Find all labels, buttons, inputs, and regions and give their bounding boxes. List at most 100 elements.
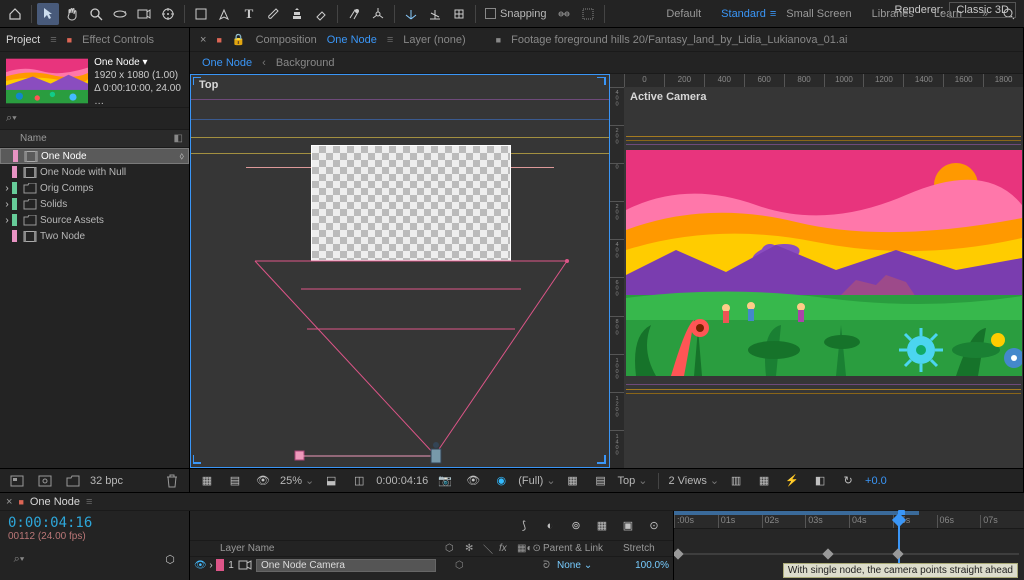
trash-icon[interactable] <box>161 470 183 492</box>
flowchart-icon[interactable]: ⬨ <box>180 151 185 162</box>
snap-options-icon[interactable] <box>553 3 575 25</box>
project-item[interactable]: One Node with Null <box>0 164 189 180</box>
brush-tool-icon[interactable] <box>262 3 284 25</box>
panel-menu-icon[interactable]: ≡ <box>50 34 56 46</box>
view-layout-icon[interactable]: ▥ <box>725 470 747 492</box>
project-item[interactable]: One Node⬨ <box>0 148 189 164</box>
label-color[interactable] <box>12 166 17 178</box>
new-folder-icon[interactable] <box>62 470 84 492</box>
pen-tool-icon[interactable] <box>214 3 236 25</box>
zoom-tool-icon[interactable] <box>85 3 107 25</box>
new-comp-icon[interactable] <box>34 470 56 492</box>
workspace-standard[interactable]: Standard <box>711 4 776 24</box>
label-color[interactable] <box>12 214 17 226</box>
time-ruler[interactable]: :00s01s02s03s04s05s06s07s <box>674 515 1024 529</box>
close-timeline-icon[interactable]: × <box>6 496 12 508</box>
zoom-dropdown[interactable]: 25% ⌄ <box>280 474 314 487</box>
snapshot-icon[interactable]: 📷 <box>434 470 456 492</box>
panel-menu-icon[interactable]: ≡ <box>387 34 393 46</box>
graph-editor-icon[interactable]: ▦ <box>591 515 613 537</box>
project-item[interactable]: ›Solids <box>0 196 189 212</box>
col-stretch[interactable]: Stretch <box>623 543 673 554</box>
twirl-icon[interactable]: › <box>2 183 12 194</box>
roto-brush-tool-icon[interactable] <box>343 3 365 25</box>
resolution-dropdown[interactable]: (Full) ⌄ <box>518 474 555 487</box>
tab-layer[interactable]: Layer (none) <box>403 34 465 46</box>
video-switch-icon[interactable]: 👁 <box>194 560 206 571</box>
project-item[interactable]: ›Source Assets <box>0 212 189 228</box>
column-type-icon[interactable]: ◧ <box>174 133 183 144</box>
draft-3d-icon[interactable]: ▣ <box>617 515 639 537</box>
axis-local-icon[interactable] <box>400 3 422 25</box>
channel-icon[interactable]: ◉ <box>490 470 512 492</box>
tab-composition-name[interactable]: One Node <box>327 34 377 46</box>
eraser-tool-icon[interactable] <box>310 3 332 25</box>
transparency-grid-icon[interactable]: ▤ <box>224 470 246 492</box>
comp-mini-flowchart-icon[interactable]: ⬡ <box>159 548 181 570</box>
crumb-current[interactable]: One Node <box>202 57 252 69</box>
snapping-toggle[interactable]: Snapping <box>481 8 551 20</box>
hand-tool-icon[interactable] <box>61 3 83 25</box>
label-color[interactable] <box>12 182 17 194</box>
roi-icon[interactable]: ◫ <box>348 470 370 492</box>
bpc-toggle[interactable]: 32 bpc <box>90 475 123 487</box>
lock-icon[interactable]: 🔒 <box>232 33 246 46</box>
pickwhip-icon[interactable]: ᘐ <box>543 560 557 571</box>
label-color[interactable] <box>12 198 17 210</box>
timeline-btn-icon[interactable]: ◧ <box>809 470 831 492</box>
workspace-default[interactable]: Default <box>656 4 711 24</box>
grid-icon[interactable]: ▤ <box>590 470 612 492</box>
always-preview-icon[interactable]: ▦ <box>196 470 218 492</box>
project-item[interactable]: Two Node <box>0 228 189 244</box>
parent-dropdown[interactable]: None ⌄ <box>557 560 619 571</box>
col-layer-name[interactable]: Layer Name <box>220 543 274 554</box>
shy-icon[interactable]: ⟆ <box>513 515 535 537</box>
tab-footage[interactable]: Footage foreground hills 20/Fantasy_land… <box>511 34 847 46</box>
mask-toggle-icon[interactable]: 👁 <box>252 470 274 492</box>
guides-icon[interactable]: ▦ <box>562 470 584 492</box>
home-icon[interactable] <box>4 3 26 25</box>
twirl-icon[interactable]: › <box>2 215 12 226</box>
resolution-half-icon[interactable]: ⬓ <box>320 470 342 492</box>
workspace-small-screen[interactable]: Small Screen <box>776 4 861 24</box>
renderer-dropdown[interactable]: Classic 3D <box>949 2 1016 18</box>
pixel-aspect-icon[interactable]: ▦ <box>753 470 775 492</box>
clone-stamp-tool-icon[interactable] <box>286 3 308 25</box>
snap-grid-icon[interactable] <box>577 3 599 25</box>
viewport-top[interactable]: Top <box>190 74 610 468</box>
project-item[interactable]: ›Orig Comps <box>0 180 189 196</box>
label-color[interactable] <box>12 230 17 242</box>
views-count-dropdown[interactable]: 2 Views ⌄ <box>669 474 720 487</box>
current-timecode[interactable]: 0:00:04:16 <box>8 515 181 531</box>
column-name[interactable]: Name <box>20 133 47 144</box>
view-select-dropdown[interactable]: Top ⌄ <box>618 474 648 487</box>
chevron-left-icon[interactable]: ‹ <box>262 57 266 69</box>
shape-tool-icon[interactable] <box>190 3 212 25</box>
show-snapshot-icon[interactable]: 👁 <box>462 470 484 492</box>
label-color[interactable] <box>13 150 18 162</box>
camera-tool-icon[interactable] <box>133 3 155 25</box>
layer-name-input[interactable]: One Node Camera <box>256 559 436 572</box>
viewport-active-camera[interactable]: 020040060080010001200140016001800 400200… <box>610 74 1023 468</box>
project-search[interactable]: ⌕▾ <box>0 108 189 130</box>
exposure-value[interactable]: +0.0 <box>865 475 887 487</box>
axis-world-icon[interactable] <box>424 3 446 25</box>
reset-exposure-icon[interactable]: ↻ <box>837 470 859 492</box>
fast-preview-icon[interactable]: ⚡ <box>781 470 803 492</box>
pan-behind-tool-icon[interactable] <box>157 3 179 25</box>
selection-tool-icon[interactable] <box>37 3 59 25</box>
current-time[interactable]: 0:00:04:16 <box>376 475 428 487</box>
motion-blur-icon[interactable]: ⊚ <box>565 515 587 537</box>
twirl-icon[interactable]: › <box>206 560 216 571</box>
interpret-footage-icon[interactable] <box>6 470 28 492</box>
frame-blend-icon[interactable]: ◐ <box>539 515 561 537</box>
type-tool-icon[interactable]: T <box>238 3 260 25</box>
orbit-tool-icon[interactable] <box>109 3 131 25</box>
twirl-icon[interactable]: › <box>2 199 12 210</box>
crumb-previous[interactable]: Background <box>276 57 335 69</box>
layer-row[interactable]: 👁 › 1 One Node Camera ⬡ ᘐ None ⌄ 100.0% <box>190 557 673 573</box>
tab-effect-controls[interactable]: Effect Controls <box>82 34 154 46</box>
stretch-value[interactable]: 100.0% <box>619 560 669 571</box>
search-layers-icon[interactable]: ⌕▾ <box>8 548 30 570</box>
close-icon[interactable]: ■ <box>67 35 72 45</box>
